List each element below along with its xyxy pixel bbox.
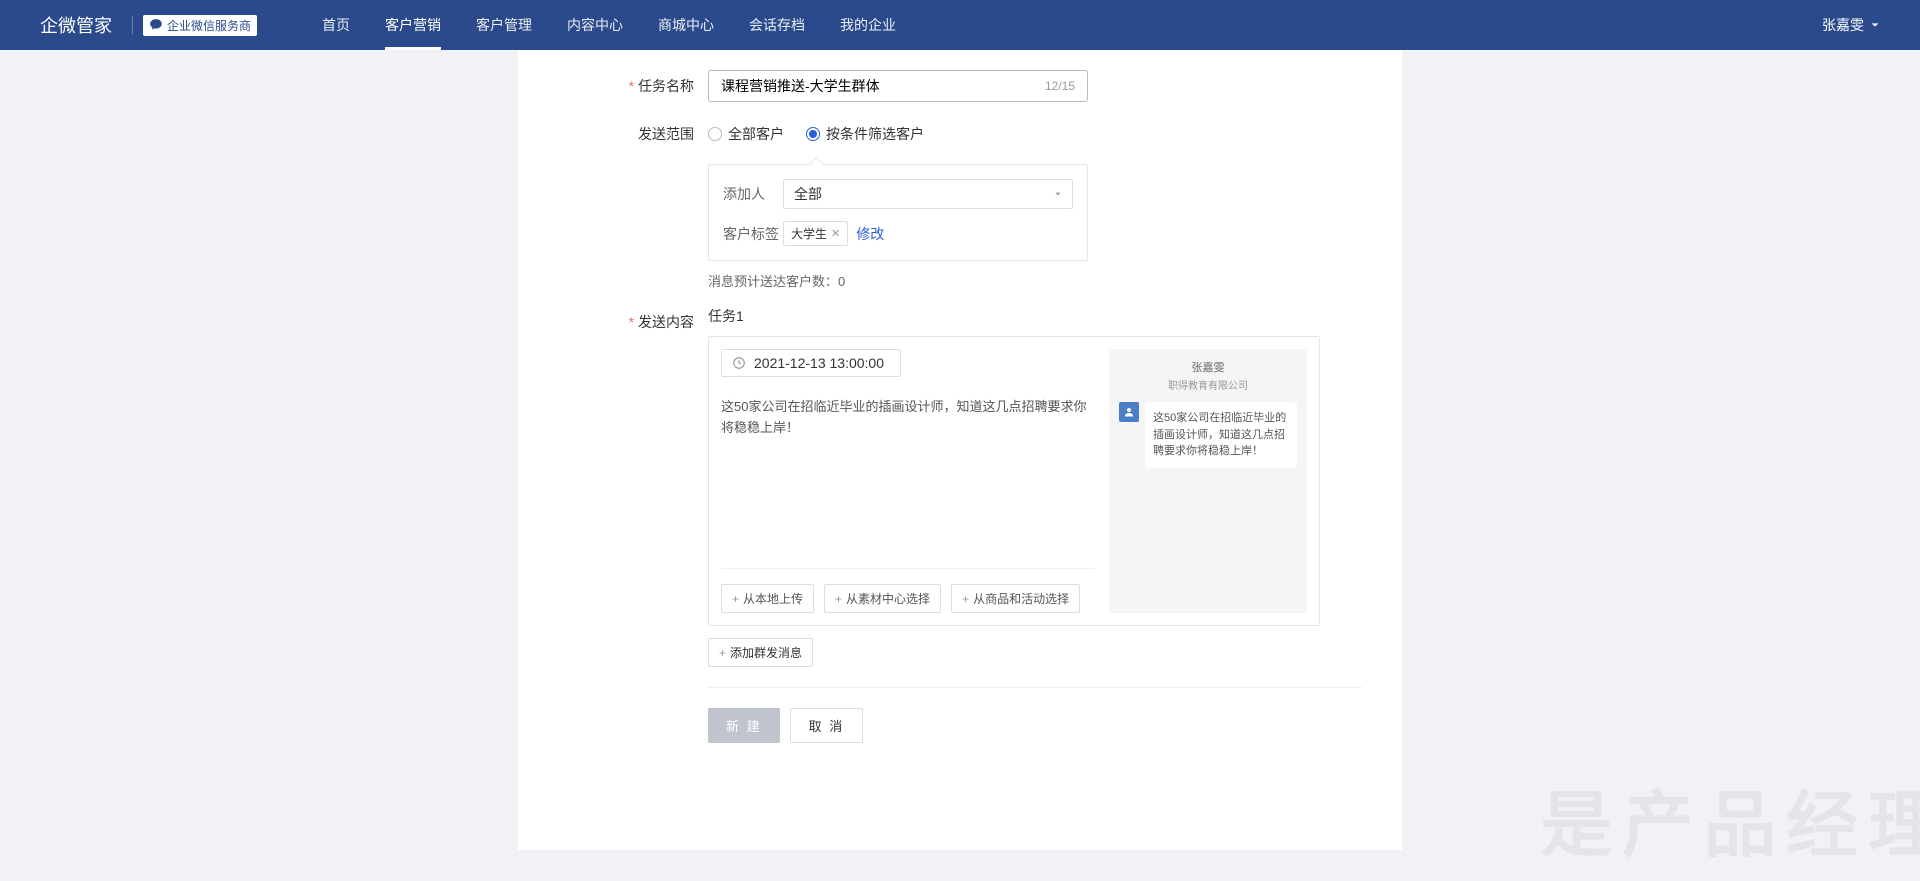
send-content-label: 发送内容: [558, 306, 708, 743]
cancel-button[interactable]: 取 消: [790, 708, 864, 743]
chat-bubble: 这50家公司在招临近毕业的插画设计师，知道这几点招聘要求你将稳稳上岸！: [1145, 402, 1297, 468]
plus-icon: +: [732, 592, 739, 606]
radio-filter-customers[interactable]: 按条件筛选客户: [806, 124, 924, 144]
create-button[interactable]: 新 建: [708, 708, 780, 743]
main-nav: 首页 客户营销 客户管理 内容中心 商城中心 会话存档 我的企业: [322, 0, 896, 50]
task-name-label: 任务名称: [558, 70, 708, 102]
nav-customer-marketing[interactable]: 客户营销: [385, 0, 441, 50]
add-person-label: 添加人: [723, 184, 783, 204]
upload-material-button[interactable]: + 从素材中心选择: [824, 584, 941, 613]
person-icon: [1123, 406, 1135, 418]
chevron-down-icon: [1054, 190, 1062, 198]
divider: [708, 687, 1362, 688]
datetime-picker[interactable]: 2021-12-13 13:00:00: [721, 349, 901, 377]
upload-local-button[interactable]: + 从本地上传: [721, 584, 814, 613]
chat-icon: [149, 18, 163, 32]
nav-session-archive[interactable]: 会话存档: [749, 0, 805, 50]
customer-tag: 大学生 ✕: [783, 221, 848, 246]
message-textarea[interactable]: [721, 389, 1095, 569]
task-name-input[interactable]: [721, 78, 1045, 94]
divider: [132, 16, 133, 34]
user-name: 张嘉雯: [1822, 15, 1864, 35]
nav-my-company[interactable]: 我的企业: [840, 0, 896, 50]
filter-panel: 添加人 全部 客户标签 大学生 ✕ 修改: [708, 164, 1088, 261]
add-person-select[interactable]: 全部: [783, 179, 1073, 209]
task-title: 任务1: [708, 306, 1362, 326]
add-group-message-button[interactable]: + 添加群发消息: [708, 638, 813, 667]
chat-preview: 张嘉雯 职得教育有限公司 这50家公司在招临近毕业的插画设计师，知道这几点招聘要…: [1109, 349, 1307, 613]
user-menu[interactable]: 张嘉雯: [1822, 15, 1880, 35]
plus-icon: +: [719, 646, 726, 660]
clock-icon: [732, 356, 746, 370]
nav-customer-manage[interactable]: 客户管理: [476, 0, 532, 50]
modify-tags-link[interactable]: 修改: [856, 224, 884, 244]
logo-text: 企微管家: [40, 12, 112, 38]
nav-shop-center[interactable]: 商城中心: [658, 0, 714, 50]
avatar: [1119, 402, 1139, 422]
msg-count-row: 消息预计送达客户数：0: [708, 271, 1362, 290]
plus-icon: +: [835, 592, 842, 606]
upload-product-button[interactable]: + 从商品和活动选择: [951, 584, 1080, 613]
nav-home[interactable]: 首页: [322, 0, 350, 50]
nav-content-center[interactable]: 内容中心: [567, 0, 623, 50]
watermark: 是产品经理: [1540, 766, 1920, 871]
plus-icon: +: [962, 592, 969, 606]
radio-all-customers[interactable]: 全部客户: [708, 124, 784, 144]
preview-company: 职得教育有限公司: [1119, 377, 1297, 392]
char-count: 12/15: [1045, 79, 1075, 93]
send-range-label: 发送范围: [558, 118, 708, 290]
customer-tag-label: 客户标签: [723, 224, 783, 244]
chevron-down-icon: [1870, 20, 1880, 30]
tag-remove-icon[interactable]: ✕: [831, 227, 840, 240]
preview-name: 张嘉雯: [1119, 359, 1297, 375]
logo-badge: 企业微信服务商: [143, 15, 257, 36]
